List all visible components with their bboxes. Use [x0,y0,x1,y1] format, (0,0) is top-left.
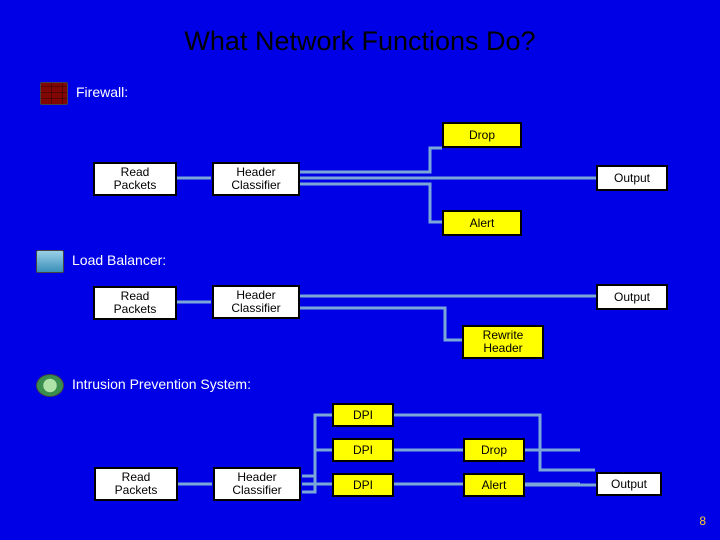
box-firewall-drop: Drop [442,122,522,148]
box-ips-dpi3: DPI [332,473,394,497]
box-ips-dpi2: DPI [332,438,394,462]
section-label-firewall: Firewall: [76,84,128,100]
box-lb-rewrite: Rewrite Header [462,325,544,359]
box-ips-read: Read Packets [94,467,178,501]
box-ips-output: Output [596,472,662,496]
box-firewall-classifier: Header Classifier [212,162,300,196]
box-ips-classifier: Header Classifier [213,467,301,501]
slide-title: What Network Functions Do? [0,26,720,57]
load-balancer-icon [36,250,64,273]
page-number: 8 [699,514,706,528]
box-firewall-output: Output [596,165,668,191]
box-lb-classifier: Header Classifier [212,285,300,319]
box-lb-read: Read Packets [93,286,177,320]
section-label-ips: Intrusion Prevention System: [72,376,251,392]
box-ips-alert: Alert [463,473,525,497]
box-firewall-read: Read Packets [93,162,177,196]
box-lb-output: Output [596,284,668,310]
box-firewall-alert: Alert [442,210,522,236]
firewall-icon [40,82,68,105]
box-ips-dpi1: DPI [332,403,394,427]
section-label-lb: Load Balancer: [72,252,166,268]
box-ips-drop: Drop [463,438,525,462]
ips-icon [36,374,64,397]
